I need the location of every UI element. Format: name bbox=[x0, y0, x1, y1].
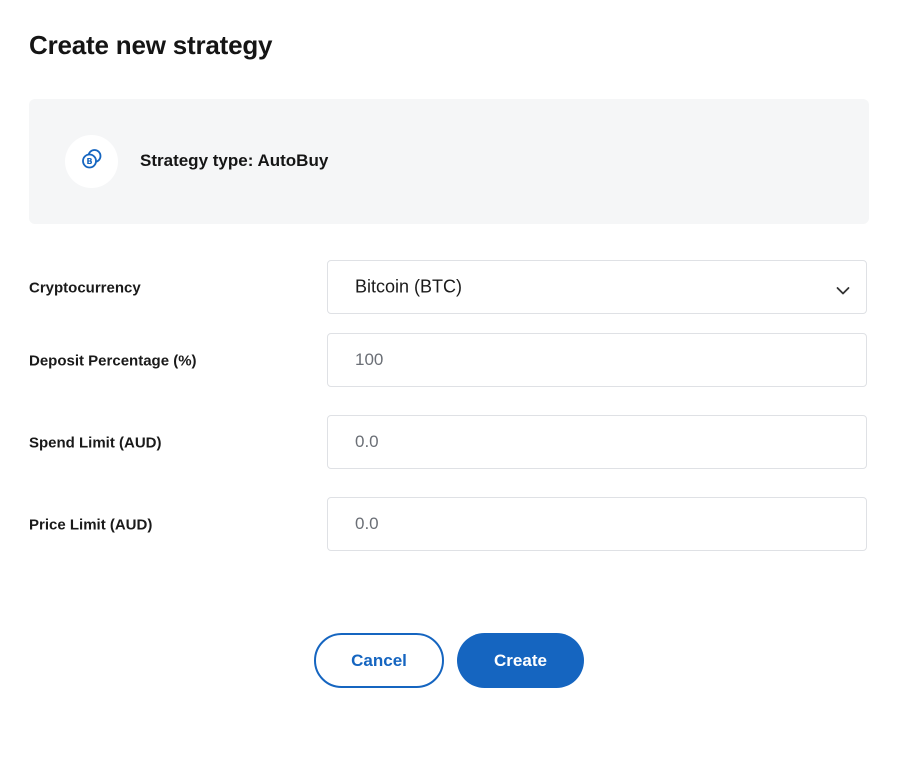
cryptocurrency-row: Cryptocurrency Bitcoin (BTC) bbox=[29, 260, 869, 316]
cryptocurrency-selected-value: Bitcoin (BTC) bbox=[355, 276, 463, 297]
svg-text:B: B bbox=[86, 157, 92, 166]
price-limit-row: Price Limit (AUD) bbox=[29, 497, 869, 553]
create-button[interactable]: Create bbox=[457, 633, 584, 688]
cancel-button[interactable]: Cancel bbox=[314, 633, 444, 688]
deposit-percentage-label: Deposit Percentage (%) bbox=[29, 352, 197, 370]
spend-limit-row: Spend Limit (AUD) bbox=[29, 415, 869, 471]
cryptocurrency-label: Cryptocurrency bbox=[29, 279, 141, 297]
spend-limit-field-wrap bbox=[327, 415, 867, 469]
strategy-type-label: Strategy type: AutoBuy bbox=[140, 151, 329, 170]
price-limit-field-wrap bbox=[327, 497, 867, 551]
price-limit-label: Price Limit (AUD) bbox=[29, 516, 153, 534]
spend-limit-input[interactable] bbox=[328, 416, 866, 468]
chevron-down-icon bbox=[836, 283, 850, 295]
deposit-percentage-field-wrap bbox=[327, 333, 867, 387]
deposit-percentage-row: Deposit Percentage (%) bbox=[29, 333, 869, 389]
spend-limit-label: Spend Limit (AUD) bbox=[29, 434, 162, 452]
create-strategy-page: Create new strategy B Strategy type: Aut… bbox=[0, 0, 900, 757]
cryptocurrency-select[interactable]: Bitcoin (BTC) bbox=[327, 260, 867, 314]
price-limit-input[interactable] bbox=[328, 498, 866, 550]
deposit-percentage-input[interactable] bbox=[328, 334, 866, 386]
strategy-type-card: B Strategy type: AutoBuy bbox=[29, 99, 869, 224]
page-title: Create new strategy bbox=[29, 30, 273, 60]
strategy-type-icon-badge: B bbox=[65, 135, 118, 188]
bitcoin-coins-icon: B bbox=[79, 146, 105, 177]
